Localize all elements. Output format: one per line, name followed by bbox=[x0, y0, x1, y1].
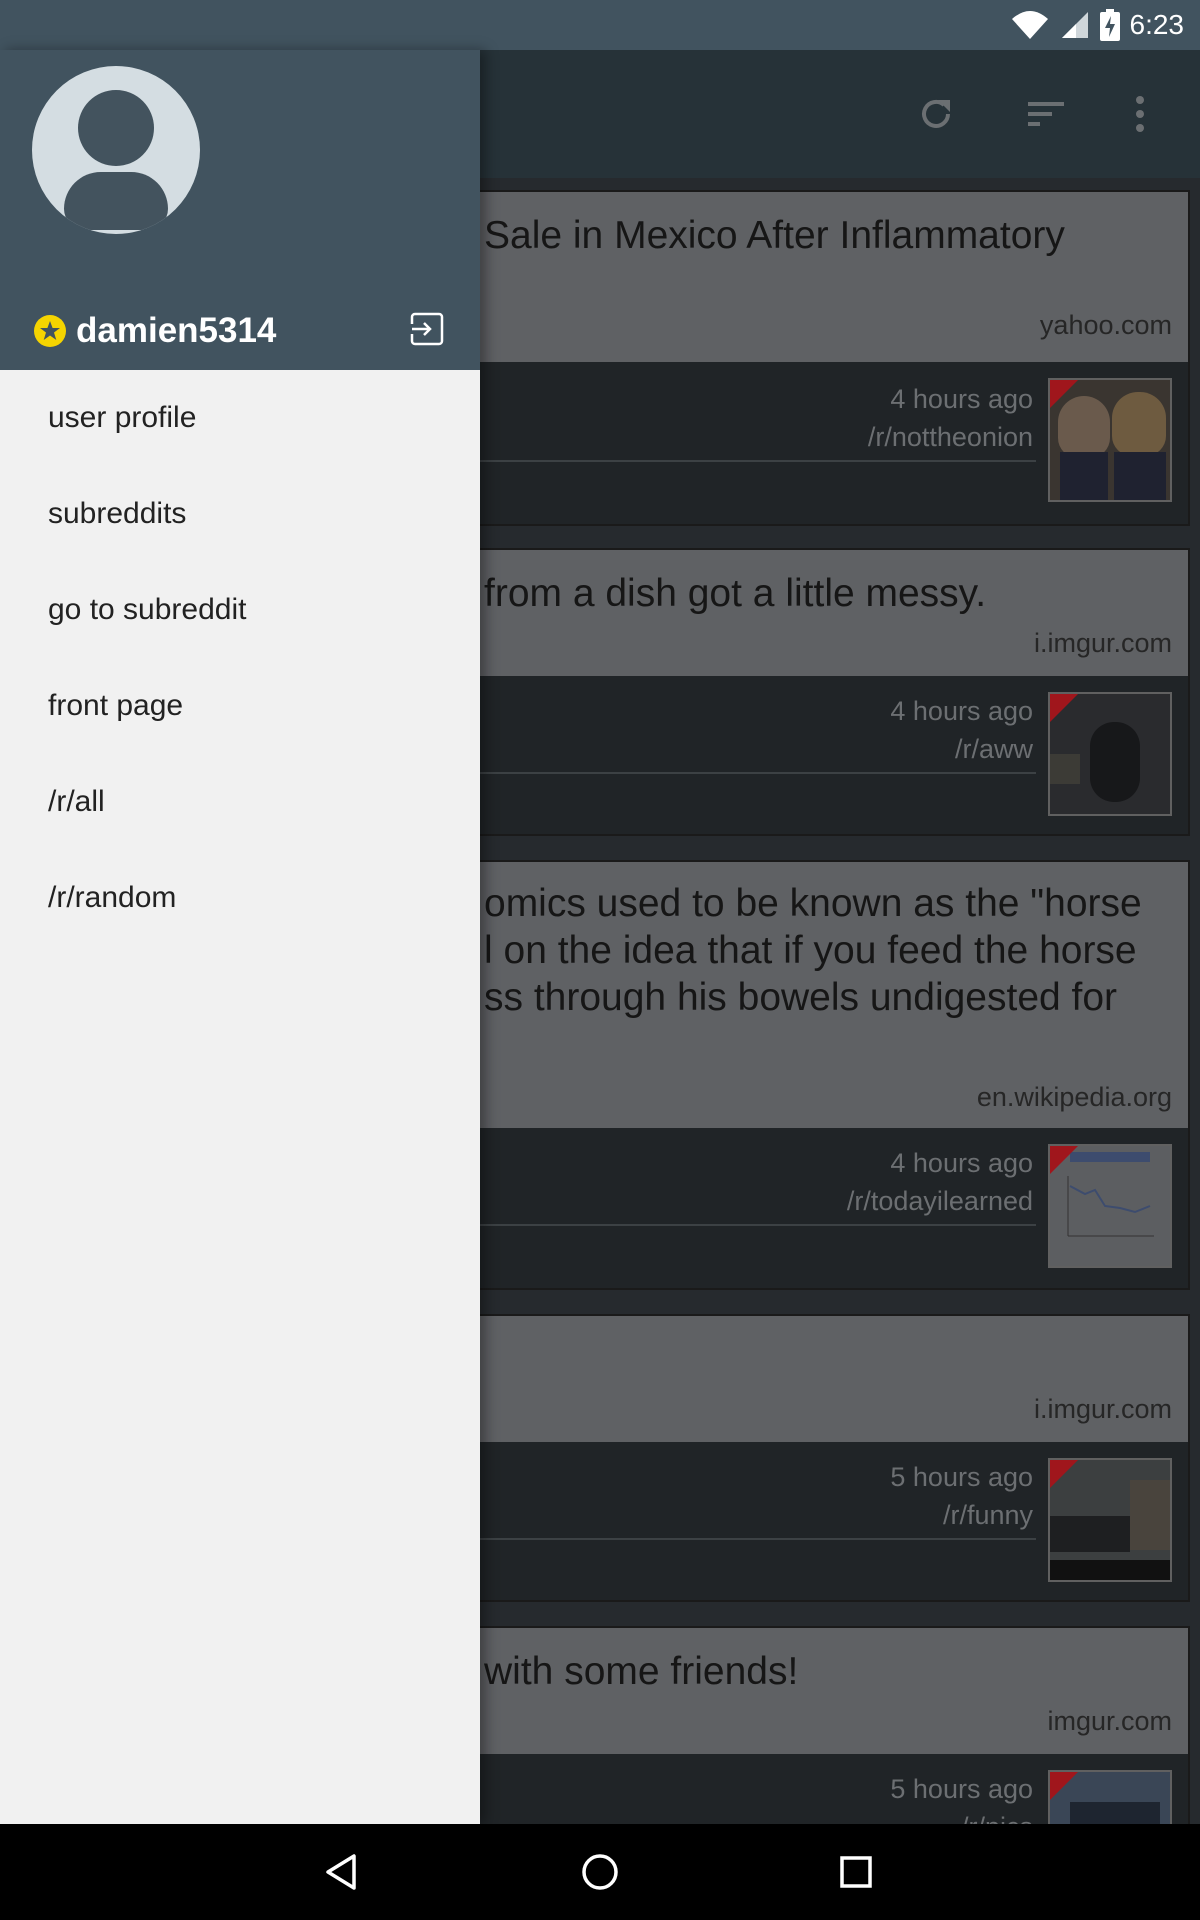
thumbnail-truck[interactable] bbox=[1048, 1458, 1172, 1582]
refresh-icon[interactable] bbox=[914, 92, 958, 136]
post-header: i.imgur.com bbox=[474, 1316, 1188, 1442]
status-time: 6:23 bbox=[1129, 9, 1185, 40]
post-time: 4 hours ago bbox=[890, 696, 1033, 726]
post-header: with some friends! imgur.com bbox=[474, 1628, 1188, 1754]
menu-item-front-page[interactable]: front page bbox=[0, 658, 480, 754]
post-card[interactable]: from a dish got a little messy. i.imgur.… bbox=[472, 548, 1190, 836]
back-icon[interactable] bbox=[320, 1848, 368, 1896]
post-time: 4 hours ago bbox=[890, 384, 1033, 414]
post-footer: 4 hours ago /r/aww bbox=[474, 676, 1188, 834]
logout-icon[interactable] bbox=[410, 312, 444, 346]
sort-icon[interactable] bbox=[1024, 92, 1068, 136]
nsfw-marker bbox=[1050, 1460, 1078, 1488]
nsfw-marker bbox=[1050, 1772, 1078, 1800]
username[interactable]: damien5314 bbox=[76, 311, 276, 351]
avatar-body bbox=[64, 172, 168, 230]
divider bbox=[474, 1538, 1036, 1540]
overflow-menu-icon[interactable] bbox=[1118, 92, 1162, 136]
post-card[interactable]: with some friends! imgur.com 5 hours ago… bbox=[472, 1626, 1190, 1824]
post-subreddit[interactable]: /r/todayilearned bbox=[847, 1186, 1033, 1217]
navigation-drawer: damien5314 user profile subreddits go to… bbox=[0, 50, 480, 1824]
post-title: omics used to be known as the "horse l o… bbox=[484, 882, 1142, 1019]
avatar-head bbox=[78, 90, 154, 166]
username-row: damien5314 bbox=[34, 311, 276, 351]
post-domain: i.imgur.com bbox=[1033, 1394, 1172, 1424]
post-footer: 5 hours ago /r/funny bbox=[474, 1442, 1188, 1600]
post-subreddit[interactable]: /r/funny bbox=[943, 1500, 1033, 1531]
menu-item-r-random[interactable]: /r/random bbox=[0, 850, 480, 946]
thumbnail-landscape[interactable] bbox=[1048, 1770, 1172, 1824]
nsfw-marker bbox=[1050, 380, 1078, 408]
post-card[interactable]: i.imgur.com 5 hours ago /r/funny bbox=[472, 1314, 1190, 1602]
post-card[interactable]: omics used to be known as the "horse l o… bbox=[472, 860, 1190, 1290]
cell-signal-icon bbox=[1061, 12, 1088, 38]
gold-star-icon bbox=[34, 315, 66, 347]
system-nav-bar bbox=[0, 1824, 1200, 1920]
post-header: from a dish got a little messy. i.imgur.… bbox=[474, 550, 1188, 676]
post-subreddit[interactable]: /r/nottheonion bbox=[868, 422, 1033, 453]
menu-item-go-to-subreddit[interactable]: go to subreddit bbox=[0, 562, 480, 658]
post-domain: yahoo.com bbox=[1039, 310, 1172, 340]
avatar[interactable] bbox=[32, 66, 200, 234]
drawer-menu: user profile subreddits go to subreddit … bbox=[0, 370, 480, 946]
thumbnail-trump-masks[interactable] bbox=[1048, 378, 1172, 502]
status-icons: 6:23 bbox=[1010, 6, 1185, 44]
home-icon[interactable] bbox=[576, 1848, 624, 1896]
divider bbox=[474, 460, 1036, 462]
drawer-header: damien5314 bbox=[0, 50, 480, 370]
post-domain: en.wikipedia.org bbox=[976, 1082, 1172, 1112]
post-time: 5 hours ago bbox=[890, 1774, 1033, 1804]
post-card[interactable]: Sale in Mexico After Inflammatory yahoo.… bbox=[472, 190, 1190, 526]
post-domain: imgur.com bbox=[1047, 1706, 1172, 1736]
post-header: Sale in Mexico After Inflammatory yahoo.… bbox=[474, 192, 1188, 362]
thumbnail-kitten[interactable] bbox=[1048, 692, 1172, 816]
menu-item-r-all[interactable]: /r/all bbox=[0, 754, 480, 850]
status-bar: 6:23 bbox=[0, 0, 1200, 50]
divider bbox=[474, 772, 1036, 774]
menu-item-subreddits[interactable]: subreddits bbox=[0, 466, 480, 562]
thumbnail-chart[interactable] bbox=[1048, 1144, 1172, 1268]
divider bbox=[474, 1224, 1036, 1226]
post-title: Sale in Mexico After Inflammatory bbox=[484, 214, 1065, 257]
post-title: with some friends! bbox=[484, 1650, 799, 1693]
battery-charging-icon bbox=[1099, 9, 1120, 41]
post-time: 4 hours ago bbox=[890, 1148, 1033, 1178]
nsfw-marker bbox=[1050, 1146, 1078, 1174]
post-time: 5 hours ago bbox=[890, 1462, 1033, 1492]
menu-item-user-profile[interactable]: user profile bbox=[0, 370, 480, 466]
post-subreddit[interactable]: /r/aww bbox=[955, 734, 1033, 765]
post-header: omics used to be known as the "horse l o… bbox=[474, 862, 1188, 1128]
post-subreddit[interactable]: /r/pics bbox=[961, 1812, 1033, 1824]
wifi-icon bbox=[1011, 11, 1048, 39]
nsfw-marker bbox=[1050, 694, 1078, 722]
post-title: from a dish got a little messy. bbox=[484, 572, 987, 615]
post-footer: 4 hours ago /r/nottheonion bbox=[474, 362, 1188, 524]
post-footer: 4 hours ago /r/todayilearned bbox=[474, 1128, 1188, 1288]
recents-icon[interactable] bbox=[832, 1848, 880, 1896]
post-domain: i.imgur.com bbox=[1033, 628, 1172, 658]
post-footer: 5 hours ago /r/pics bbox=[474, 1754, 1188, 1824]
